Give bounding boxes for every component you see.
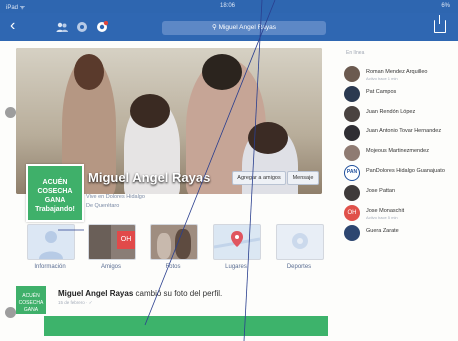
pen-annotation	[58, 0, 276, 341]
